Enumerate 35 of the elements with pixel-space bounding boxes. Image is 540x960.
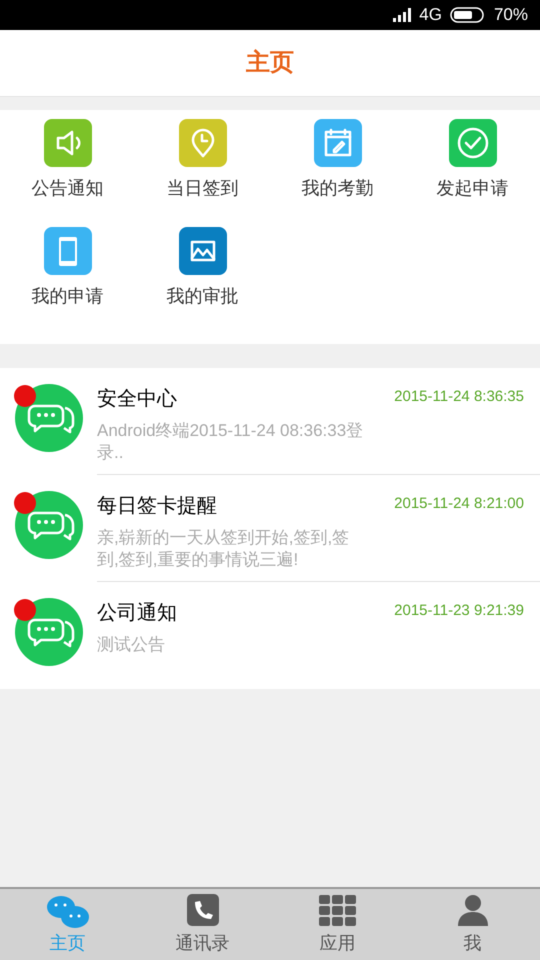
nav-tab[interactable]: 应用 [270,889,405,960]
message-time: 2015-11-24 8:36:35 [394,387,524,407]
message-title: 每日签卡提醒 [97,494,217,519]
shortcut-label: 我的考勤 [302,177,374,200]
shortcut-item[interactable]: 我的考勤 [270,119,405,227]
chat-avatar-icon [15,598,83,666]
shortcut-label: 公告通知 [32,177,104,200]
message-row[interactable]: 公司通知 2015-11-23 9:21:39 测试公告 [0,582,540,689]
shortcut-label: 当日签到 [166,177,238,200]
battery-icon [450,7,486,23]
message-time: 2015-11-24 8:21:00 [394,494,524,514]
chat-avatar-icon [15,491,83,559]
shortcut-label: 我的申请 [32,285,104,308]
shortcut-item[interactable]: 公告通知 [0,119,135,227]
message-preview: Android终端2015-11-24 08:36:33登录.. [97,420,364,464]
shortcut-item[interactable]: 我的审批 [135,227,270,335]
message-preview: 测试公告 [97,634,166,656]
shortcut-item[interactable]: 发起申请 [405,119,540,227]
page-title: 主页 [246,48,294,78]
nav-tab[interactable]: 通讯录 [135,889,270,960]
signal-icon [393,8,412,22]
shortcut-item[interactable]: 我的申请 [0,227,135,335]
message-preview: 亲,崭新的一天从签到开始,签到,签到,签到,重要的事情说三遍! [97,527,350,571]
message-row[interactable]: 每日签卡提醒 2015-11-24 8:21:00 亲,崭新的一天从签到开始,签到,签到,签到,重要的事情说三遍! [0,475,540,582]
nav-tab[interactable]: 我 [405,889,540,960]
message-title: 公司通知 [97,601,177,626]
message-row[interactable]: 安全中心 2015-11-24 8:36:35 Android终端2015-11-24 08:36:33登录.. [0,368,540,475]
message-title: 安全中心 [97,387,177,412]
message-time: 2015-11-23 9:21:39 [394,601,524,621]
network-label: 4G [419,4,442,26]
battery-label: 70% [494,4,528,26]
shortcut-label: 发起申请 [436,177,508,200]
shortcut-item[interactable]: 当日签到 [135,119,270,227]
chat-avatar-icon [15,384,83,452]
shortcut-label: 我的审批 [166,285,238,308]
